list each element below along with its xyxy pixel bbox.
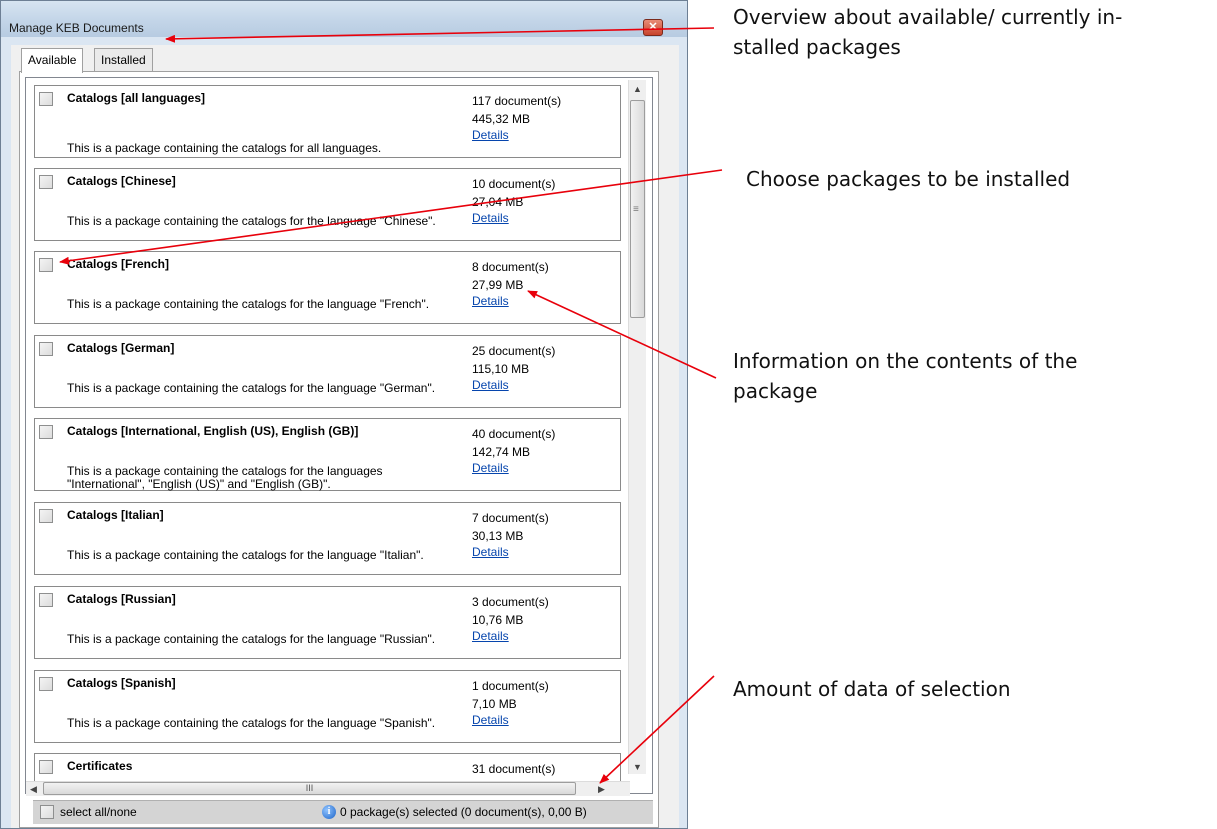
arrow-choose xyxy=(59,169,723,265)
tab-available[interactable]: Available xyxy=(21,48,84,73)
annotation-arrows xyxy=(59,27,723,784)
arrow-overview xyxy=(165,27,715,43)
arrow-amount xyxy=(599,675,715,784)
arrow-information xyxy=(527,290,717,379)
